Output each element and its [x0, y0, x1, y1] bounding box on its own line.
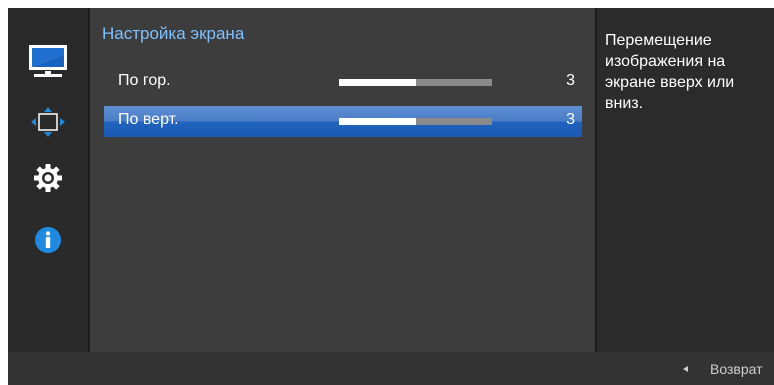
help-text: Перемещение изображения на экране вверх … — [605, 32, 735, 112]
sidebar — [8, 8, 88, 352]
bottom-bar: Возврат — [8, 352, 774, 385]
main-panel: Настройка экрана По гор. 3 По верт. 3 — [88, 8, 597, 352]
v-position-slider[interactable] — [339, 118, 492, 125]
slider-fill — [339, 118, 416, 125]
picture-icon[interactable] — [28, 42, 68, 82]
left-arrow-icon[interactable] — [683, 366, 688, 372]
slider-fill — [339, 79, 416, 86]
menu-item-h-position[interactable]: По гор. 3 — [104, 67, 582, 98]
h-position-slider[interactable] — [339, 79, 492, 86]
menu-item-label: По верт. — [118, 111, 179, 128]
back-button[interactable]: Возврат — [710, 361, 763, 377]
menu-item-v-position[interactable]: По верт. 3 — [104, 106, 582, 137]
osd-window: Настройка экрана По гор. 3 По верт. 3 Пе… — [8, 8, 774, 385]
menu-item-label: По гор. — [118, 72, 171, 89]
gear-icon[interactable] — [28, 158, 68, 198]
menu-title: Настройка экрана — [102, 24, 245, 43]
screen-adjust-icon[interactable] — [28, 102, 68, 142]
menu-item-value: 3 — [566, 111, 575, 128]
info-icon[interactable] — [28, 220, 68, 260]
menu-item-value: 3 — [566, 72, 575, 89]
help-panel: Перемещение изображения на экране вверх … — [597, 8, 774, 352]
